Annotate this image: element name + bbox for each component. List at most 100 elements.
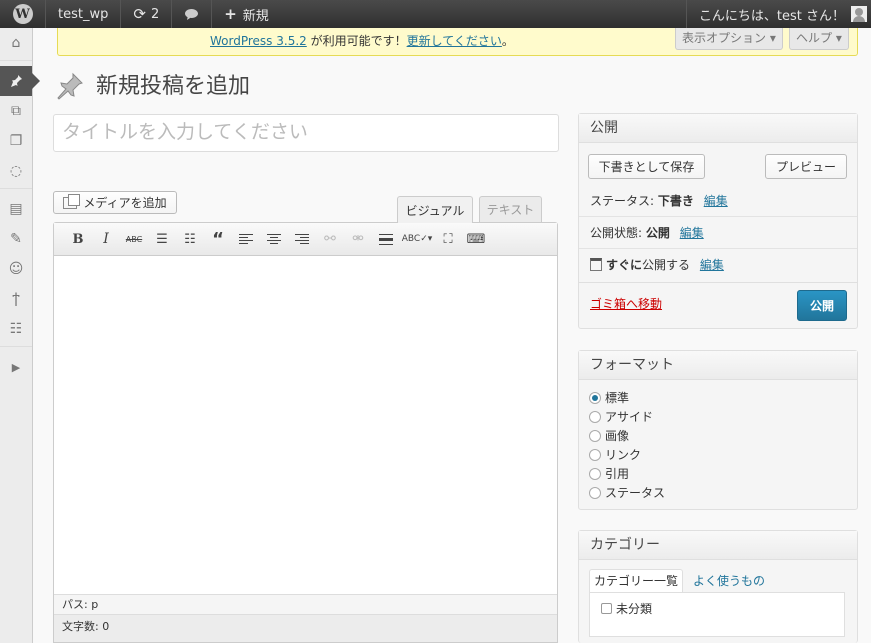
tab-popular-categories[interactable]: よく使うもの (683, 569, 775, 592)
format-option-standard[interactable]: 標準 (589, 388, 857, 407)
category-box-title: カテゴリー (579, 531, 857, 560)
category-checkbox[interactable] (601, 603, 612, 614)
tab-visual[interactable]: ビジュアル (397, 196, 473, 223)
publish-box-title: 公開 (579, 114, 857, 143)
page-title: 新規投稿を追加 (96, 74, 251, 99)
editor-toolbar: B I ABC ☰ ☷ “ ⚯ ⚮ ABC✓▾ ⛶ ⌨ (54, 223, 557, 256)
format-option-label: 標準 (605, 391, 630, 405)
media-icon: ⧉ (11, 103, 21, 119)
numbered-list-button[interactable]: ☷ (176, 227, 204, 251)
users-icon: ☺ (8, 261, 24, 277)
pages-menu-item[interactable]: ❐ (0, 126, 32, 156)
category-item[interactable]: 未分類 (590, 593, 844, 617)
collapse-menu-button[interactable]: ▶ (0, 352, 32, 382)
schedule-label: 公開する (642, 258, 691, 272)
tools-menu-item[interactable]: ϯ (0, 284, 32, 314)
italic-icon: I (103, 231, 109, 247)
tab-all-categories[interactable]: カテゴリー一覧 (589, 569, 684, 592)
align-right-button[interactable] (288, 227, 316, 251)
edit-schedule-link[interactable]: 編集 (700, 258, 724, 272)
users-menu-item[interactable]: ☺ (0, 254, 32, 284)
radio[interactable] (589, 467, 601, 480)
insert-link-button[interactable]: ⚯ (316, 227, 344, 251)
my-account-menu[interactable]: こんにちは、test さん！ (685, 0, 871, 28)
add-media-button[interactable]: メディアを追加 (53, 191, 177, 214)
updates-link[interactable]: ⟳ 2 (121, 0, 173, 28)
add-media-label: メディアを追加 (83, 196, 167, 210)
dashboard-menu-item[interactable]: ⌂ (0, 28, 32, 58)
edit-status-link[interactable]: 編集 (704, 194, 728, 208)
format-option-link[interactable]: リンク (589, 445, 857, 464)
editor-path: パス: p (54, 594, 557, 614)
new-label: 新規 (242, 8, 269, 24)
new-content-menu[interactable]: + 新規 (212, 0, 281, 28)
kitchen-sink-button[interactable]: ⌨ (462, 227, 490, 251)
radio[interactable] (589, 448, 601, 461)
site-name-link[interactable]: test_wp (46, 0, 122, 28)
wordpress-version-link[interactable]: WordPress 3.5.2 (210, 34, 307, 48)
format-option-aside[interactable]: アサイド (589, 407, 857, 426)
fullscreen-button[interactable]: ⛶ (434, 227, 462, 251)
edit-visibility-link[interactable]: 編集 (680, 226, 704, 240)
comments-link[interactable] (172, 0, 213, 28)
comments-menu-item[interactable]: ◌ (0, 156, 32, 186)
insert-more-button[interactable] (372, 227, 400, 251)
numbered-list-icon: ☷ (184, 231, 196, 247)
media-icon (63, 193, 81, 209)
pushpin-icon (57, 72, 83, 100)
editor-content-area[interactable] (54, 256, 557, 594)
save-draft-button[interactable]: 下書きとして保存 (588, 154, 705, 179)
update-now-link[interactable]: 更新してください (407, 34, 502, 48)
publish-button[interactable]: 公開 (797, 290, 847, 321)
radio-checked[interactable] (589, 391, 601, 404)
format-option-quote[interactable]: 引用 (589, 464, 857, 483)
divider (579, 248, 857, 249)
comment-bubble-icon: ◌ (9, 163, 23, 179)
bold-button[interactable]: B (64, 227, 92, 251)
radio[interactable] (589, 410, 601, 423)
screen-options-button[interactable]: 表示オプション ▾ (675, 28, 783, 50)
align-left-button[interactable] (232, 227, 260, 251)
notice-end: 。 (501, 34, 514, 48)
radio[interactable] (589, 429, 601, 442)
strikethrough-button[interactable]: ABC (120, 227, 148, 251)
appearance-menu-item[interactable]: ▤ (0, 194, 32, 224)
blockquote-icon: “ (212, 228, 224, 250)
blockquote-button[interactable]: “ (204, 227, 232, 251)
italic-button[interactable]: I (92, 227, 120, 251)
updates-count: 2 (150, 6, 160, 22)
visibility-row: 公開状態: 公開 編集 (590, 224, 704, 241)
post-editor: B I ABC ☰ ☷ “ ⚯ ⚮ ABC✓▾ ⛶ ⌨ パス: p 文字数: 0 (53, 222, 558, 643)
move-to-trash-link[interactable]: ゴミ箱へ移動 (590, 295, 662, 312)
settings-menu-item[interactable]: ☷ (0, 314, 32, 344)
post-title-input[interactable]: タイトルを入力してください (53, 114, 559, 152)
word-count: 文字数: 0 (54, 614, 557, 642)
align-center-icon (267, 233, 281, 245)
posts-menu-item[interactable] (0, 66, 40, 96)
radio[interactable] (589, 486, 601, 499)
category-label: 未分類 (616, 602, 653, 616)
tab-text[interactable]: テキスト (479, 196, 542, 222)
status-label: ステータス: (590, 194, 658, 208)
align-left-icon (239, 233, 253, 245)
spellcheck-button[interactable]: ABC✓▾ (400, 227, 434, 251)
visibility-label: 公開状態: (590, 226, 646, 240)
schedule-row: すぐに公開する 編集 (590, 256, 724, 273)
unlink-button[interactable]: ⚮ (344, 227, 372, 251)
format-box-title: フォーマット (579, 351, 857, 380)
preview-button[interactable]: プレビュー (765, 154, 847, 179)
format-option-image[interactable]: 画像 (589, 426, 857, 445)
more-tag-icon (379, 233, 393, 245)
bullet-list-button[interactable]: ☰ (148, 227, 176, 251)
wordpress-logo-menu[interactable]: W (0, 0, 46, 28)
category-box: カテゴリー カテゴリー一覧 よく使うもの 未分類 (578, 530, 858, 643)
align-center-button[interactable] (260, 227, 288, 251)
publish-box: 公開 下書きとして保存 プレビュー ステータス: 下書き 編集 公開状態: 公開… (578, 113, 858, 329)
media-menu-item[interactable]: ⧉ (0, 96, 32, 126)
title-placeholder: タイトルを入力してください (62, 121, 308, 143)
notice-text: が利用可能です！ (306, 34, 407, 48)
help-button[interactable]: ヘルプ ▾ (789, 28, 849, 50)
format-option-status[interactable]: ステータス (589, 483, 857, 502)
plugins-menu-item[interactable]: ✎ (0, 224, 32, 254)
format-box: フォーマット 標準 アサイド 画像 リンク 引用 ステータス (578, 350, 858, 510)
